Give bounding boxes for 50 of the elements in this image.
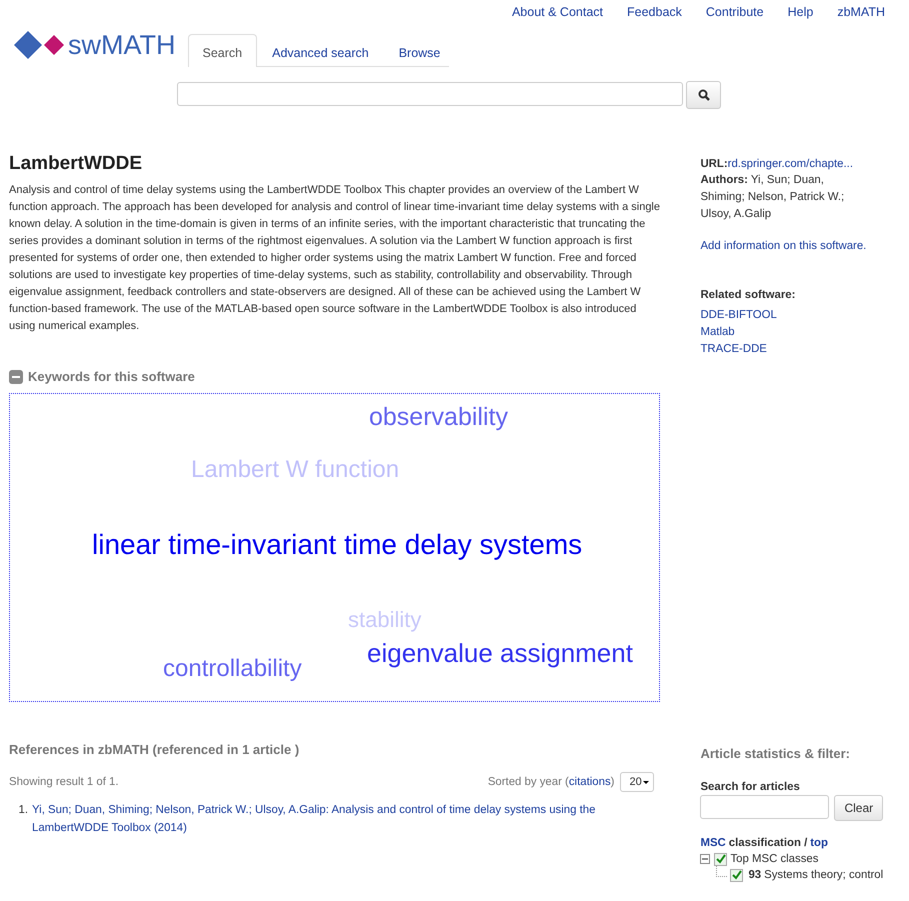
related-software-link[interactable]: Matlab <box>700 324 909 341</box>
software-description: Analysis and control of time delay systems using the LambertWDDE Toolbox This chapter provides an overview of the Lambert W function approach. The approach has been developed for analysis and control of linear time-invariant time delay systems with a single known delay. A solution in the time-domain is given in terms of an infinite series, with the important characteristic that truncating the series provides a dominant solution in terms of the rightmost eigenvalues. A solution via the Lambert W function approach is first presented for systems of order one, then extended to higher order systems using the matrix Lambert W function. Free and forced solutions are used to investigate key properties of time-delay systems, such as stability, controllability and observability. Through eigenvalue assignment, feedback controllers and state-observers are designed. All of these can be achieved using the Lambert W function-based framework. The use of the MATLAB-based open source software in the LambertWDDE Toolbox is also introduced using numerical examples. <box>9 183 660 334</box>
section-heading: Article statistics & filter: <box>700 746 851 761</box>
logo-text[interactable]: swMATH <box>68 30 176 60</box>
url-link[interactable]: rd.springer.com/chapte... <box>728 158 854 170</box>
filter-label: Search for articles <box>700 781 801 793</box>
keyword-link[interactable]: eigenvalue assignment <box>367 639 633 668</box>
search-icon <box>698 89 710 101</box>
checkbox[interactable] <box>730 868 744 882</box>
authors-text: Authors: Yi, Sun; Duan, Shiming; Nelson, Patrick W.; Ulsoy, A.Galip <box>700 173 846 222</box>
article-search-field[interactable] <box>700 795 830 819</box>
diamonds-logo-icon[interactable] <box>13 30 67 60</box>
related-heading: Related software: <box>700 289 796 301</box>
sort-label: Sorted by year ( <box>488 776 569 788</box>
list-number: 1. <box>18 803 29 818</box>
nav-tab[interactable]: Browse <box>384 34 456 67</box>
nav-tab[interactable]: Advanced search <box>257 34 384 67</box>
related-software-link[interactable]: DDE-BIFTOOL <box>700 307 909 324</box>
keyword-link[interactable]: linear time-invariant time delay systems <box>92 530 582 561</box>
nav-tab[interactable]: Search <box>188 34 258 67</box>
collapse-icon[interactable] <box>9 370 23 384</box>
msc-code: 93 <box>748 869 762 881</box>
msc-link[interactable]: MSC <box>700 837 726 849</box>
top-nav-link[interactable]: Feedback <box>627 5 682 21</box>
keyword-link[interactable]: observability <box>369 404 508 432</box>
top-nav-link[interactable]: zbMATH <box>837 5 885 21</box>
top-nav-link[interactable]: About & Contact <box>512 5 603 21</box>
search-button[interactable] <box>686 81 721 109</box>
add-info-link[interactable]: Add information on this software. <box>700 240 909 252</box>
reference-link[interactable]: Yi, Sun; Duan, Shiming; Nelson, Patrick W.; Ulsoy, A.Galip: Analysis and control of time delay systems using the LambertWDDE Toolbox (2014) <box>32 801 652 837</box>
result-count: Showing result 1 of 1. <box>9 776 119 788</box>
software-title: LambertWDDE <box>9 153 144 176</box>
related-software-link[interactable]: TRACE-DDE <box>700 341 909 358</box>
search-field[interactable] <box>177 82 683 106</box>
top-nav-link[interactable]: Help <box>788 5 814 21</box>
tree-item[interactable]: Top MSC classes <box>730 853 818 865</box>
url-label: URL: <box>700 158 728 170</box>
page-size-select[interactable]: 20 <box>620 772 654 792</box>
keyword-link[interactable]: controllability <box>163 656 302 682</box>
tree-toggle-icon[interactable] <box>700 854 712 864</box>
section-heading: Keywords for this software <box>28 369 195 384</box>
msc-label: classification / <box>728 837 808 849</box>
section-heading: References in zbMATH (referenced in 1 article ) <box>9 742 300 757</box>
top-link[interactable]: top <box>810 837 828 849</box>
sort-label-end: ) <box>610 776 614 788</box>
top-nav-link[interactable]: Contribute <box>706 5 764 21</box>
sort-link[interactable]: citations <box>568 776 611 788</box>
clear-button[interactable]: Clear <box>834 795 884 821</box>
tree-item[interactable]: Systems theory; control <box>764 869 884 881</box>
checkbox[interactable] <box>714 852 728 866</box>
